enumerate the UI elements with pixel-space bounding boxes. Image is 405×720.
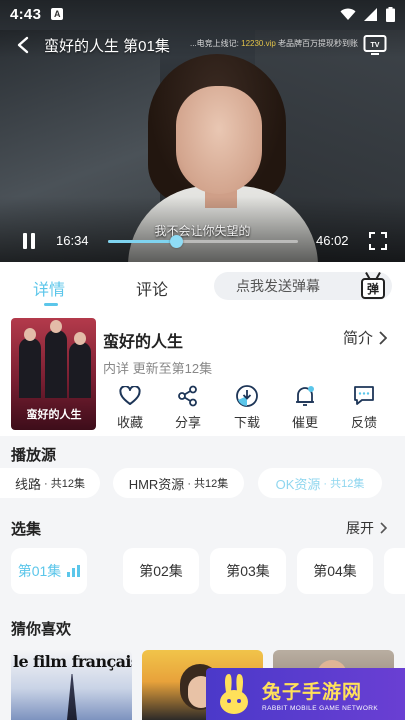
tab-comments[interactable]: 评论 xyxy=(136,276,168,300)
source-chip[interactable]: 线路 · 共12集 xyxy=(0,468,100,498)
danmaku-badge-label: 弹 xyxy=(361,278,385,299)
download-icon xyxy=(236,385,258,407)
marquee-prefix: ...电竞上线记: xyxy=(190,39,242,48)
expand-label: 展开 xyxy=(346,520,374,536)
expand-link[interactable]: 展开 xyxy=(346,518,387,538)
progress-fill xyxy=(108,240,177,243)
signal-icon xyxy=(364,7,377,21)
watermark-subtitle: RABBIT MOBILE GAME NETWORK xyxy=(262,704,379,712)
tv-cast-icon[interactable]: TV xyxy=(363,33,387,60)
danmaku-toggle-icon[interactable]: 弹 xyxy=(360,272,386,300)
episode-item[interactable]: 第02集 xyxy=(123,548,199,594)
video-player[interactable]: 4:43 A 蛮好的人生 第01集 ...电竞上线记: 12230.vip 老品… xyxy=(0,0,405,262)
source-chip[interactable]: HMR资源 · 共12集 xyxy=(113,468,244,498)
chevron-right-icon xyxy=(379,330,387,345)
battery-icon xyxy=(386,6,395,22)
feedback-button[interactable]: 反馈 xyxy=(342,382,386,431)
favorite-button[interactable]: 收藏 xyxy=(108,382,152,431)
details-panel: 详情 评论 点我发送弹幕 弹 蛮好的人生 蛮好的人生 简介 内详 更新至第12集 xyxy=(0,262,405,720)
recommend-card[interactable]: le film français xyxy=(11,650,132,720)
episode-list: 第01集 第02集 第03集 第04集 xyxy=(0,548,405,594)
episode-item[interactable]: 第04集 xyxy=(297,548,373,594)
watermark-title: 兔子手游网 xyxy=(262,681,363,703)
source-name: 线路 xyxy=(15,476,42,492)
rabbit-logo-icon xyxy=(220,674,248,714)
progress-thumb[interactable] xyxy=(170,235,184,248)
svg-text:TV: TV xyxy=(371,42,380,49)
poster-head xyxy=(74,332,86,345)
share-button[interactable]: 分享 xyxy=(166,382,210,431)
tabs-row: 详情 评论 点我发送弹幕 弹 xyxy=(0,262,405,308)
intro-label: 简介 xyxy=(342,330,373,347)
episode-label: 第02集 xyxy=(139,563,183,579)
tab-details[interactable]: 详情 xyxy=(33,276,65,300)
share-icon xyxy=(178,385,197,407)
source-name: OK资源 xyxy=(275,476,321,492)
action-bar: 收藏 分享 下载 催更 反馈 xyxy=(108,382,398,434)
back-arrow-icon[interactable] xyxy=(12,34,34,56)
episode-item-partial[interactable] xyxy=(384,548,405,594)
fullscreen-icon[interactable] xyxy=(369,232,387,250)
poster-figure xyxy=(45,330,67,398)
episode-label: 第01集 xyxy=(17,563,62,579)
action-label: 反馈 xyxy=(350,415,377,430)
action-label: 催更 xyxy=(291,415,318,430)
remind-update-button[interactable]: 催更 xyxy=(283,382,327,431)
progress-bar[interactable] xyxy=(108,235,298,248)
action-label: 收藏 xyxy=(116,415,143,430)
video-title: 蛮好的人生 第01集 xyxy=(44,37,170,55)
tab-indicator xyxy=(44,303,58,306)
status-time: 4:43 xyxy=(10,5,42,23)
poster-head xyxy=(24,328,36,341)
marquee-ad: ...电竞上线记: 12230.vip 老品牌百万提现秒到账 xyxy=(190,38,358,49)
show-name: 蛮好的人生 xyxy=(103,334,184,351)
poster-title: 蛮好的人生 xyxy=(26,408,82,421)
intro-link[interactable]: 简介 xyxy=(343,327,387,348)
status-bar: 4:43 A xyxy=(0,0,405,28)
bell-icon xyxy=(296,386,314,406)
chevron-right-icon xyxy=(380,522,387,534)
show-info-card: 蛮好的人生 蛮好的人生 简介 内详 更新至第12集 收藏 分享 下载 催更 反馈 xyxy=(0,308,405,436)
playing-bars-icon xyxy=(67,565,81,577)
total-time: 46:02 xyxy=(316,233,349,248)
site-watermark: 兔子手游网 RABBIT MOBILE GAME NETWORK xyxy=(206,668,405,720)
episode-item[interactable]: 第03集 xyxy=(210,548,286,594)
episodes-title: 选集 xyxy=(11,521,42,538)
source-count: · 共12集 xyxy=(44,478,85,490)
recommend-title: 猜你喜欢 xyxy=(11,621,72,638)
poster-figure xyxy=(69,342,91,398)
source-chip-active[interactable]: OK资源 · 共12集 xyxy=(258,468,382,498)
poster-figure xyxy=(19,338,41,398)
player-controls: 16:34 46:02 xyxy=(0,228,405,256)
current-time: 16:34 xyxy=(56,233,89,248)
notification-icon: A xyxy=(51,8,64,20)
action-label: 分享 xyxy=(174,415,201,430)
source-name: HMR资源 xyxy=(128,476,185,492)
sources-title: 播放源 xyxy=(11,447,57,464)
marquee-suffix: 老品牌百万提现秒到账 xyxy=(275,39,359,48)
recommend-card-text: le film français xyxy=(13,652,132,671)
source-count: · 共12集 xyxy=(187,478,229,490)
poster-head xyxy=(50,320,62,333)
pause-icon[interactable] xyxy=(20,232,38,250)
source-list: 线路 · 共12集 HMR资源 · 共12集 OK资源 · 共12集 xyxy=(0,468,405,498)
marquee-highlight: 12230.vip xyxy=(241,39,276,48)
feedback-icon xyxy=(354,386,374,405)
source-count: · 共12集 xyxy=(323,478,365,490)
action-label: 下载 xyxy=(233,415,260,430)
recommend-card-art xyxy=(67,674,77,720)
status-indicators xyxy=(340,6,395,22)
show-poster[interactable]: 蛮好的人生 xyxy=(11,318,96,430)
wifi-icon xyxy=(340,8,356,20)
episode-label: 第04集 xyxy=(313,563,357,579)
episode-label: 第03集 xyxy=(226,563,270,579)
heart-icon xyxy=(119,386,141,405)
show-meta: 内详 更新至第12集 xyxy=(103,361,213,376)
episode-item-active[interactable]: 第01集 xyxy=(11,548,87,594)
download-button[interactable]: 下载 xyxy=(225,382,269,431)
